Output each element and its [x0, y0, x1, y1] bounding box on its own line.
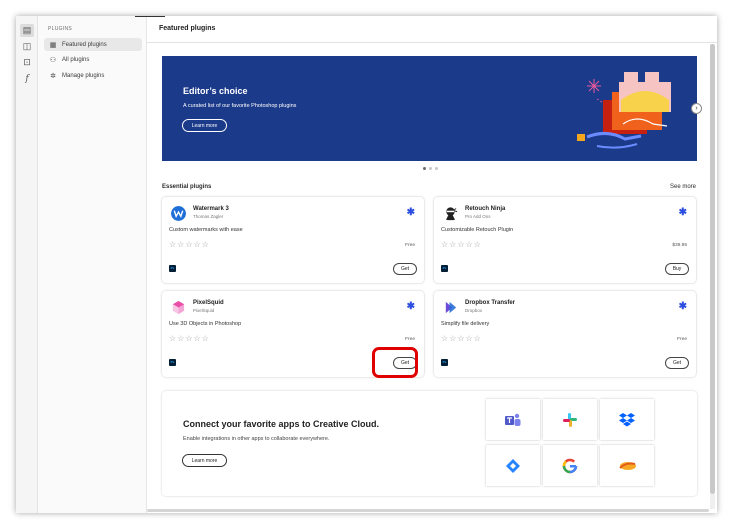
- main-content: Featured plugins Editor’s choice A curat…: [135, 16, 717, 513]
- sidebar-heading: PLUGINS: [48, 26, 73, 32]
- hero-subtitle: A curated list of our favorite Photoshop…: [183, 103, 297, 109]
- plugin-description: Customizable Retouch Plugin: [441, 227, 514, 233]
- hero-learn-more-button[interactable]: Learn more: [182, 119, 227, 132]
- connect-learn-more-button[interactable]: Learn more: [182, 454, 227, 467]
- dropbox-transfer-logo-icon: [445, 301, 457, 314]
- photoshop-badge-icon: Ps: [169, 265, 176, 272]
- connect-title: Connect your favorite apps to Creative C…: [183, 419, 380, 429]
- google-icon[interactable]: [543, 445, 597, 486]
- sidebar-item-label: All plugins: [62, 56, 90, 63]
- plugin-price: $39.95: [672, 243, 687, 248]
- hero-illustration: [577, 72, 671, 149]
- get-button[interactable]: Get: [393, 263, 417, 275]
- plugin-description: Simplify file delivery: [441, 321, 490, 327]
- editors-pick-icon: ✱: [406, 301, 415, 312]
- vertical-scrollbar[interactable]: [710, 44, 715, 509]
- hero-banner[interactable]: Editor’s choice A curated list of our fa…: [162, 56, 697, 161]
- rating-stars[interactable]: ☆☆☆☆☆: [169, 240, 210, 249]
- photoshop-badge-icon: Ps: [441, 359, 448, 366]
- page-title: Featured plugins: [159, 25, 216, 32]
- header: Featured plugins: [135, 16, 717, 43]
- plugin-description: Use 3D Objects in Photoshop: [169, 321, 242, 327]
- plugin-description: Custom watermarks with ease: [169, 227, 243, 233]
- ninja-logo-icon: [445, 207, 458, 221]
- highlight-annotation: [372, 347, 418, 378]
- plugin-price: Free: [405, 337, 415, 342]
- scrollbar-thumb[interactable]: [710, 44, 715, 494]
- active-tab-indicator: [135, 16, 165, 17]
- layers-rail-icon[interactable]: ⊡: [20, 56, 34, 69]
- binoculars-icon: ⚇: [49, 56, 57, 64]
- plugin-developer: Thomas Zagler: [193, 214, 224, 219]
- hero-title: Editor’s choice: [183, 86, 248, 96]
- horizontal-scrollbar[interactable]: [147, 509, 709, 512]
- sidebar-item-label: Featured plugins: [62, 41, 107, 48]
- plugin-price: Free: [405, 243, 415, 248]
- sidebar: PLUGINS ▦ Featured plugins ⚇ All plugins…: [38, 16, 147, 513]
- plugins-rail-icon[interactable]: ▤: [20, 24, 34, 37]
- carousel-dots: [423, 167, 438, 170]
- teams-icon[interactable]: [486, 399, 540, 440]
- rating-stars[interactable]: ☆☆☆☆☆: [441, 334, 482, 343]
- get-button[interactable]: Get: [665, 357, 689, 369]
- photoshop-badge-icon: Ps: [441, 265, 448, 272]
- connect-subtitle: Enable integrations in other apps to col…: [183, 436, 330, 442]
- gear-icon: ✲: [50, 72, 56, 80]
- watermark-logo-icon: [171, 206, 186, 221]
- sidebar-item-manage[interactable]: ✲ Manage plugins: [44, 69, 142, 82]
- plugin-name: Retouch Ninja: [465, 206, 506, 212]
- buy-button[interactable]: Buy: [665, 263, 689, 275]
- app-window: ▤ ◫ ⊡ f PLUGINS ▦ Featured plugins ⚇ All…: [16, 16, 717, 513]
- editors-pick-icon: ✱: [678, 301, 687, 312]
- carousel-dot[interactable]: [435, 167, 438, 170]
- plugin-name: Watermark 3: [193, 206, 229, 212]
- slack-icon[interactable]: [543, 399, 597, 440]
- sidebar-item-featured[interactable]: ▦ Featured plugins: [44, 38, 142, 51]
- plugin-developer: Dropbox: [465, 308, 483, 313]
- plugin-name: PixelSquid: [193, 300, 224, 306]
- sidebar-item-all[interactable]: ⚇ All plugins: [44, 53, 142, 66]
- connect-apps-banner: Connect your favorite apps to Creative C…: [162, 391, 697, 496]
- rating-stars[interactable]: ☆☆☆☆☆: [441, 240, 482, 249]
- pixelsquid-logo-icon: [172, 300, 185, 315]
- carousel-next-button[interactable]: ›: [691, 103, 702, 114]
- carousel-dot[interactable]: [423, 167, 426, 170]
- wrike-icon[interactable]: [600, 445, 654, 486]
- photoshop-badge-icon: Ps: [169, 359, 176, 366]
- rating-stars[interactable]: ☆☆☆☆☆: [169, 334, 210, 343]
- icon-rail: ▤ ◫ ⊡ f: [16, 16, 38, 513]
- plugin-name: Dropbox Transfer: [465, 300, 516, 306]
- plugin-price: Free: [677, 337, 687, 342]
- plugin-card-retouch-ninja[interactable]: Retouch Ninja Pro Add Ons ✱ Customizable…: [434, 197, 696, 283]
- featured-icon: ▦: [49, 41, 57, 49]
- editors-pick-icon: ✱: [406, 207, 415, 218]
- plugin-card-watermark[interactable]: Watermark 3 Thomas Zagler ✱ Custom water…: [162, 197, 424, 283]
- plugin-developer: Pro Add Ons: [465, 214, 491, 219]
- carousel-dot[interactable]: [429, 167, 432, 170]
- jira-icon[interactable]: [486, 445, 540, 486]
- sidebar-item-label: Manage plugins: [62, 72, 105, 79]
- dropbox-icon[interactable]: [600, 399, 654, 440]
- plugin-card-dropbox-transfer[interactable]: Dropbox Transfer Dropbox ✱ Simplify file…: [434, 291, 696, 377]
- see-more-link[interactable]: See more: [670, 184, 696, 190]
- editors-pick-icon: ✱: [678, 207, 687, 218]
- plugin-developer: PixelSquid: [193, 308, 215, 313]
- script-rail-icon[interactable]: f: [20, 72, 34, 85]
- panel-rail-icon[interactable]: ◫: [20, 40, 34, 53]
- essential-plugins-title: Essential plugins: [162, 184, 212, 190]
